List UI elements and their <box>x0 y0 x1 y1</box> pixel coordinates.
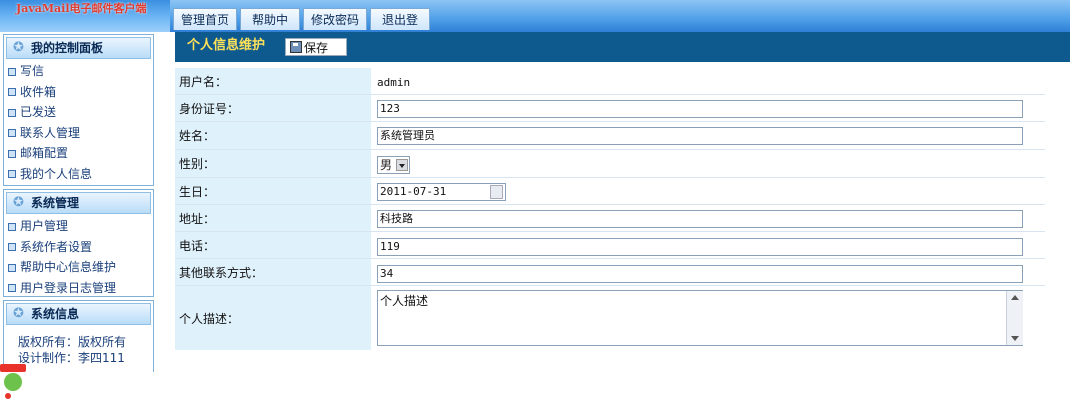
sidebar-item-contacts[interactable]: 联系人管理 <box>4 123 153 144</box>
form-row-phone: 电话： 119 <box>175 232 1045 259</box>
sidebar-item-my-info[interactable]: 我的个人信息 <box>4 164 153 185</box>
field-label: 个人描述： <box>175 286 371 350</box>
field-label: 性别： <box>175 150 371 177</box>
sidebar-item-label: 用户登录日志管理 <box>20 280 117 295</box>
sidebar-item-mail-config[interactable]: 邮箱配置 <box>4 143 153 164</box>
save-button[interactable]: 保存 <box>285 38 347 56</box>
sidebar-item-inbox[interactable]: 收件箱 <box>4 82 153 103</box>
list-bullet-icon <box>8 263 16 272</box>
form-row-birthday: 生日： 2011-07-31 <box>175 178 1045 205</box>
star-icon: ✪ <box>13 195 24 210</box>
top-nav-help[interactable]: 帮助中心 <box>240 8 300 49</box>
top-nav: 管理首页 帮助中心 修改密码 退出登录 <box>170 0 1070 49</box>
list-bullet-icon <box>8 67 16 76</box>
sidebar-item-help-maintenance[interactable]: 帮助中心信息维护 <box>4 257 153 278</box>
address-input[interactable]: 科技路 <box>377 210 1023 228</box>
field-label: 生日： <box>175 178 371 204</box>
gender-select-value: 男 <box>380 158 393 172</box>
panel-info-title: 系统信息 <box>31 307 80 321</box>
sidebar-item-label: 写信 <box>20 64 45 78</box>
main-header: 个人信息维护 保存 <box>175 32 1070 62</box>
panel-system: ✪ 系统管理 用户管理 系统作者设置 帮助中心信息维护 用户登录日志管理 <box>3 189 154 297</box>
top-nav-logout[interactable]: 退出登录 <box>370 8 430 49</box>
sidebar-item-label: 邮箱配置 <box>20 146 69 160</box>
calendar-icon[interactable] <box>490 185 503 199</box>
list-bullet-icon <box>8 284 16 292</box>
panel-info-header: ✪ 系统信息 <box>6 303 151 325</box>
top-nav-change-password[interactable]: 修改密码 <box>303 8 367 30</box>
phone-input[interactable]: 119 <box>377 238 1023 256</box>
sidebar-item-label: 系统作者设置 <box>20 239 93 254</box>
floating-badge-icon <box>0 364 26 399</box>
sidebar-item-label: 用户管理 <box>20 219 69 233</box>
field-label: 其他联系方式： <box>175 259 371 285</box>
panel-system-title: 系统管理 <box>31 196 80 210</box>
sidebar-item-label: 已发送 <box>20 105 57 119</box>
field-label: 姓名： <box>175 122 371 149</box>
form-row-address: 地址： 科技路 <box>175 205 1045 232</box>
panel-control: ✪ 我的控制面板 写信 收件箱 已发送 联系人管理 邮箱配置 我的个人信息 <box>3 34 154 186</box>
list-bullet-icon <box>8 243 16 251</box>
description-textarea[interactable]: 个人描述 <box>377 290 1023 346</box>
save-button-label: 保存 <box>304 41 329 55</box>
scroll-down-icon[interactable] <box>1011 336 1019 341</box>
form-row-other-contact: 其他联系方式： 34 <box>175 259 1045 286</box>
sidebar-item-label: 我的个人信息 <box>20 166 93 181</box>
birthday-input[interactable]: 2011-07-31 <box>377 183 506 201</box>
copyright-text: 版权所有：版权所有 <box>18 335 127 349</box>
list-bullet-icon <box>8 108 16 117</box>
sidebar-item-label: 联系人管理 <box>20 125 81 140</box>
list-bullet-icon <box>8 129 16 137</box>
sidebar-item-sent[interactable]: 已发送 <box>4 102 153 123</box>
app-logo: JavaMail电子邮件客户端 <box>16 2 147 15</box>
panel-control-title: 我的控制面板 <box>31 41 104 55</box>
sidebar: ✪ 我的控制面板 写信 收件箱 已发送 联系人管理 邮箱配置 我的个人信息 ✪ … <box>0 32 158 399</box>
panel-control-header: ✪ 我的控制面板 <box>6 37 151 59</box>
field-label: 身份证号： <box>175 95 371 121</box>
form-row-username: 用户名： admin <box>175 68 1045 95</box>
star-icon: ✪ <box>13 40 24 55</box>
designer-text: 设计制作：李四111 <box>18 351 125 365</box>
list-bullet-icon <box>8 222 16 231</box>
list-bullet-icon <box>8 88 16 96</box>
description-scrollbar[interactable] <box>1006 291 1023 345</box>
sidebar-item-compose[interactable]: 写信 <box>4 61 153 82</box>
name-input[interactable]: 系统管理员 <box>377 127 1023 145</box>
chevron-down-icon <box>396 159 408 171</box>
list-bullet-icon <box>8 149 16 158</box>
username-value: admin <box>377 76 411 89</box>
form-row-id-number: 身份证号： 123 <box>175 95 1045 122</box>
sidebar-item-author-settings[interactable]: 系统作者设置 <box>4 237 153 258</box>
top-nav-home[interactable]: 管理首页 <box>173 8 237 30</box>
sidebar-item-label: 收件箱 <box>20 84 57 99</box>
field-label: 用户名： <box>175 68 371 94</box>
scroll-up-icon[interactable] <box>1011 295 1019 300</box>
birthday-value: 2011-07-31 <box>380 185 447 198</box>
gender-select[interactable]: 男 <box>377 156 410 174</box>
sidebar-item-user-management[interactable]: 用户管理 <box>4 216 153 237</box>
id-number-input[interactable]: 123 <box>377 100 1023 118</box>
sidebar-item-login-log[interactable]: 用户登录日志管理 <box>4 278 153 299</box>
list-bullet-icon <box>8 170 16 178</box>
page-title: 个人信息维护 <box>187 38 266 53</box>
form-row-gender: 性别： 男 <box>175 150 1045 178</box>
save-disk-icon <box>290 41 302 53</box>
other-contact-input[interactable]: 34 <box>377 265 1023 283</box>
sidebar-item-label: 帮助中心信息维护 <box>20 260 117 274</box>
panel-system-header: ✪ 系统管理 <box>6 192 151 214</box>
star-icon: ✪ <box>13 306 24 321</box>
form-row-name: 姓名： 系统管理员 <box>175 122 1045 150</box>
app-banner: JavaMail电子邮件客户端 <box>0 0 170 32</box>
field-label: 电话： <box>175 232 371 258</box>
form-row-description: 个人描述： 个人描述 <box>175 286 1045 350</box>
field-label: 地址： <box>175 205 371 231</box>
